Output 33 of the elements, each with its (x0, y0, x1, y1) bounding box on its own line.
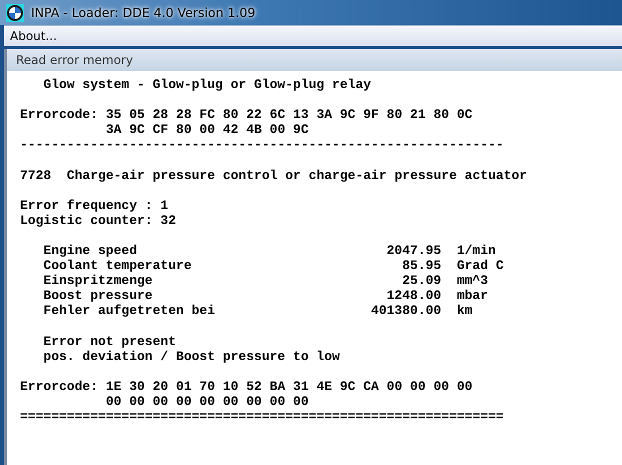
output-line: pos. deviation / Boost pressure to low (43, 348, 340, 364)
output-line: 7728 Charge-air pressure control or charge-air pressure actuator (20, 168, 528, 183)
value-unit: mbar (456, 288, 488, 304)
value-unit: mm^3 (456, 273, 488, 288)
value-unit: km (456, 303, 472, 318)
errorcode-label: Errorcode: (20, 107, 100, 124)
output-line: -------------------------------------------------------------- (20, 137, 504, 152)
output-line: Logistic counter: 32 (20, 212, 176, 228)
errorcode-bytes: 35 05 28 28 FC 80 22 6C 13 3A 9C 9F 80 21 80 0C (106, 107, 472, 122)
errorcode-label: Errorcode: (20, 378, 100, 396)
value-reading: 25.09 (401, 273, 442, 288)
value-unit: Grad C (456, 258, 504, 274)
panel-title: Read error memory (16, 53, 133, 67)
value-label: Einspritzmenge (43, 273, 154, 288)
errorcode-bytes: 1E 30 20 01 70 10 52 BA 31 4E 9C CA 00 00 00 00 (106, 378, 472, 394)
value-label: Engine speed (43, 243, 138, 258)
value-reading: 401380.00 (370, 303, 442, 318)
menu-item[interactable]: About... (4, 29, 63, 43)
output-line: Error not present (43, 334, 176, 349)
value-reading: 85.95 (401, 258, 442, 274)
value-label: Coolant temperature (43, 258, 193, 274)
output-line: Error frequency : 1 (20, 198, 168, 213)
value-label: Fehler aufgetreten bei (43, 303, 216, 318)
value-reading: 2047.95 (386, 243, 442, 258)
roundel-icon (6, 4, 24, 22)
output-line: Glow system - Glow-plug or Glow-plug relay (43, 77, 372, 92)
value-label: Boost pressure (43, 288, 154, 304)
value-unit: 1/min (456, 243, 496, 258)
value-reading: 1248.00 (386, 288, 442, 304)
output-line: ============================================================== (20, 409, 504, 424)
errorcode-bytes: 3A 9C CF 80 00 42 4B 00 9C (106, 122, 309, 138)
errorcode-bytes: 00 00 00 00 00 00 00 00 00 (106, 394, 309, 410)
window-title: INPA - Loader: DDE 4.0 Version 1.09 (31, 5, 256, 20)
